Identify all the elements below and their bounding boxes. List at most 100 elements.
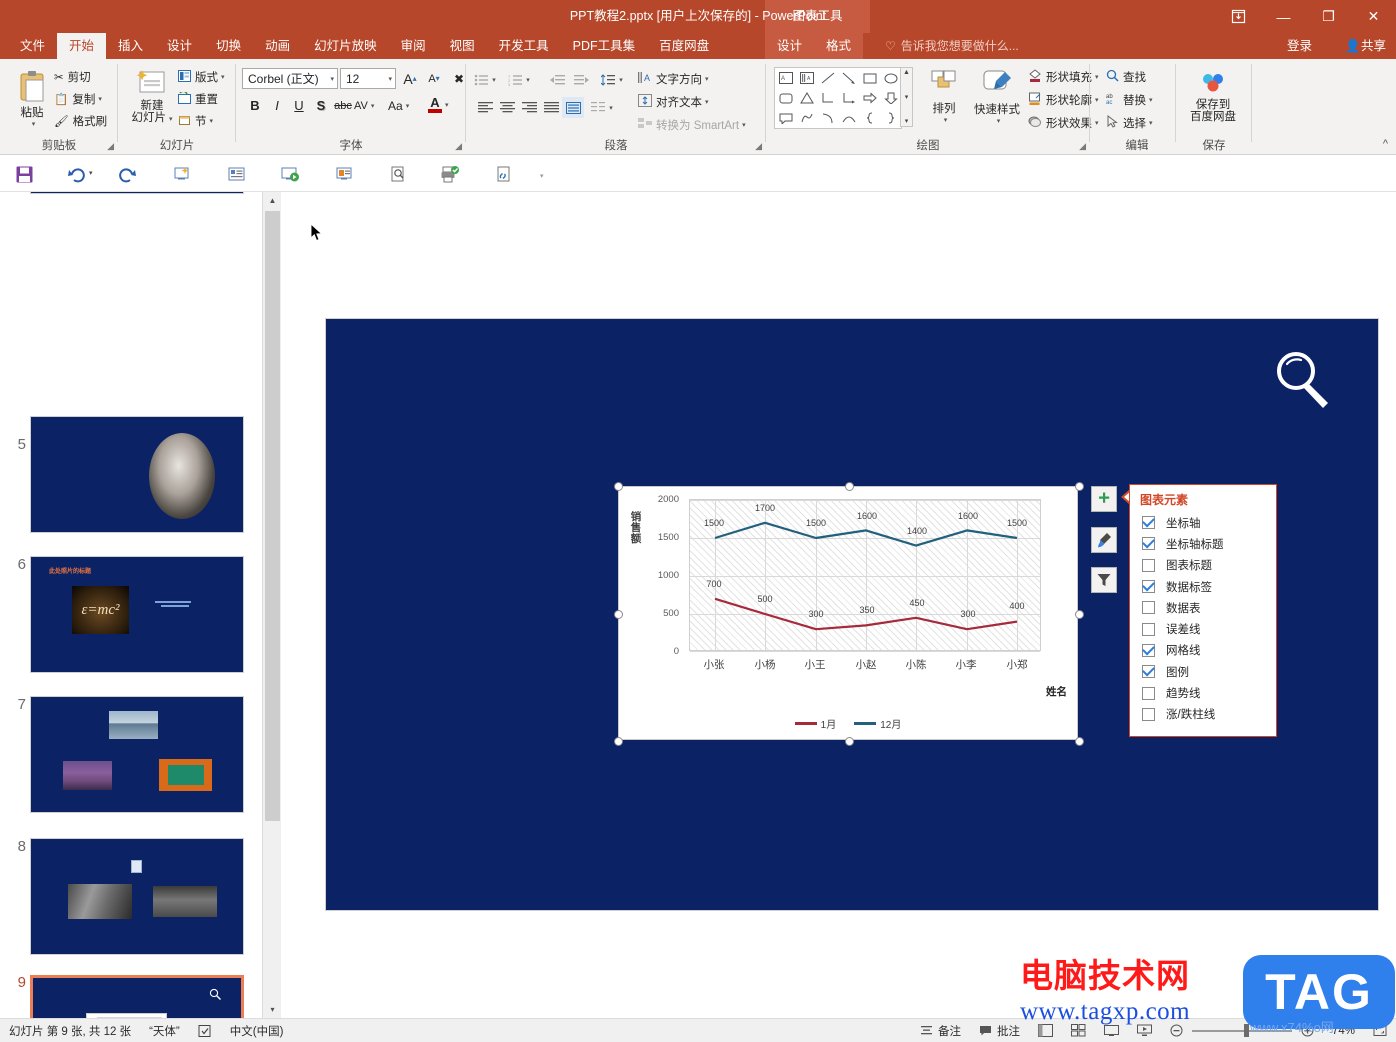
slide-thumbnail-8[interactable] (30, 838, 244, 955)
resize-handle-bottom-right[interactable] (1075, 737, 1084, 746)
slide-thumbnail-5[interactable] (30, 416, 244, 533)
tab-developer[interactable]: 开发工具 (487, 33, 561, 59)
chart-element-data-labels[interactable]: 数据标签 (1142, 576, 1268, 597)
thumbnail-pane-scrollbar[interactable]: ▲ ▾ (262, 192, 282, 1018)
slide-thumbnail-9[interactable] (30, 975, 244, 1018)
shape-textbox[interactable]: A (775, 68, 796, 88)
columns-button[interactable]: ▾ (591, 97, 613, 118)
sign-in-button[interactable]: 登录 (1287, 33, 1312, 59)
legend-item-dec[interactable]: 12月 (854, 716, 901, 731)
checkbox-trendline[interactable] (1142, 686, 1155, 700)
numbering-button[interactable]: 123 ▾ (508, 69, 530, 90)
chart-styles-button[interactable] (1091, 527, 1117, 553)
shape-down-arrow[interactable] (880, 88, 901, 108)
tab-pdf-tools[interactable]: PDF工具集 (561, 33, 648, 59)
tab-animations[interactable]: 动画 (253, 33, 302, 59)
replace-button[interactable]: ab ac 替换 ▾ (1106, 90, 1153, 110)
justify-button[interactable] (540, 97, 562, 118)
tab-transitions[interactable]: 切换 (204, 33, 253, 59)
start-from-beginning-button[interactable] (168, 161, 196, 187)
resize-handle-bottom-left[interactable] (614, 737, 623, 746)
presenter-view-button[interactable] (330, 161, 358, 187)
resize-handle-middle-left[interactable] (614, 609, 623, 619)
language-status[interactable]: 中文(中国) (221, 1019, 293, 1042)
shape-arrow[interactable] (838, 68, 859, 88)
chart-object[interactable]: 销售额 2000 1500 1000 500 0 1500 1700 1500 … (614, 482, 1084, 746)
zoom-slider-knob[interactable] (1243, 1024, 1249, 1037)
strikethrough-button[interactable]: abc (332, 95, 354, 116)
notes-button[interactable]: 备注 (911, 1019, 970, 1042)
change-case-button[interactable]: Aa ▾ (388, 95, 409, 116)
align-left-button[interactable] (474, 97, 496, 118)
shape-arc[interactable] (817, 108, 838, 128)
shape-callout[interactable] (775, 108, 796, 128)
character-spacing-button[interactable]: AV ▾ (354, 95, 374, 116)
scrollbar-thumb[interactable] (265, 211, 280, 821)
shape-line[interactable] (817, 68, 838, 88)
ribbon-display-options-button[interactable] (1216, 0, 1261, 33)
chart-element-error-bars[interactable]: 误差线 (1142, 618, 1268, 639)
shape-rectangle[interactable] (859, 68, 880, 88)
print-preview-button[interactable] (384, 161, 412, 187)
shape-right-brace[interactable] (880, 108, 901, 128)
tab-slideshow[interactable]: 幻灯片放映 (302, 33, 389, 59)
checkbox-legend[interactable] (1142, 665, 1155, 679)
tab-view[interactable]: 视图 (438, 33, 487, 59)
shape-effects-button[interactable]: 形状效果 ▾ (1028, 113, 1099, 133)
chart-legend[interactable]: 1月 12月 (619, 716, 1077, 731)
slide-thumbnail-partial[interactable] (30, 192, 244, 194)
shapes-scroll-up-icon[interactable]: ▲ (903, 69, 910, 76)
slide-thumbnail-6[interactable]: 此处照片的标题 ε=mc² (30, 556, 244, 673)
shape-scribble[interactable] (796, 108, 817, 128)
chart-element-legend[interactable]: 图例 (1142, 661, 1268, 682)
minimize-button[interactable]: — (1261, 0, 1306, 33)
close-button[interactable]: ✕ (1351, 0, 1396, 33)
chart-element-updown-bars[interactable]: 涨/跌柱线 (1142, 704, 1268, 725)
tab-design[interactable]: 设计 (155, 33, 204, 59)
distribute-text-button[interactable] (562, 97, 584, 118)
font-color-button[interactable]: A ▾ (428, 93, 449, 117)
tab-chart-design[interactable]: 设计 (765, 33, 814, 59)
format-painter-button[interactable]: 🖌 格式刷 (54, 111, 107, 131)
layout-button[interactable]: 版式 ▾ (178, 67, 225, 87)
resize-handle-top-right[interactable] (1075, 482, 1084, 491)
select-button[interactable]: 选择 ▾ (1106, 113, 1153, 133)
convert-to-smartart-button[interactable]: 转换为 SmartArt ▾ (638, 115, 746, 135)
shape-right-arrow[interactable] (859, 88, 880, 108)
collapse-ribbon-button[interactable]: ^ (1383, 138, 1388, 150)
quick-styles-button[interactable]: 快速样式 ▾ (969, 65, 1025, 137)
chart-element-chart-title[interactable]: 图表标题 (1142, 555, 1268, 576)
new-slide-button[interactable]: 新建 幻灯片 ▾ (126, 65, 178, 137)
tab-file[interactable]: 文件 (8, 33, 57, 59)
checkbox-updown-bars[interactable] (1142, 707, 1155, 721)
shapes-gallery[interactable]: A A (774, 67, 902, 129)
slide-thumbnail-pane[interactable]: 5 6 此处照片的标题 ε=mc² 7 8 9 (0, 192, 262, 1018)
tab-review[interactable]: 审阅 (389, 33, 438, 59)
cut-button[interactable]: ✂ 剪切 (54, 67, 91, 87)
font-size-combobox[interactable]: 12 ▾ (340, 68, 396, 89)
save-to-baidu-button[interactable]: 保存到 百度网盘 (1182, 65, 1244, 137)
hyperlink-button[interactable] (490, 161, 518, 187)
checkbox-chart-title[interactable] (1142, 558, 1155, 572)
magnifier-icon[interactable] (1272, 347, 1336, 414)
chart-elements-button[interactable] (1091, 486, 1117, 512)
shape-elbow-connector[interactable] (817, 88, 838, 108)
legend-item-jan[interactable]: 1月 (794, 716, 836, 731)
resize-handle-bottom-center[interactable] (844, 737, 854, 746)
drawing-dialog-launcher[interactable]: ◢ (1079, 141, 1086, 152)
chart-elements-panel[interactable]: 图表元素 坐标轴 坐标轴标题 图表标题 数据标签 数据表 误差线 网格线 图例 … (1129, 484, 1277, 737)
chart-element-axis-titles[interactable]: 坐标轴标题 (1142, 533, 1268, 554)
slide-count-status[interactable]: 幻灯片 第 9 张, 共 12 张 (0, 1019, 140, 1042)
align-text-button[interactable]: 对齐文本 ▾ (638, 92, 709, 112)
resize-handle-middle-right[interactable] (1075, 609, 1084, 619)
italic-button[interactable]: I (266, 95, 288, 116)
decrease-font-size-button[interactable]: A ▾ (423, 68, 445, 89)
shape-left-brace[interactable] (859, 108, 880, 128)
resize-handle-top-center[interactable] (844, 482, 854, 491)
increase-indent-button[interactable] (570, 69, 592, 90)
shape-rounded-rectangle[interactable] (775, 88, 796, 108)
text-direction-button[interactable]: A 文字方向 ▾ (638, 69, 709, 89)
chart-element-axes[interactable]: 坐标轴 (1142, 512, 1268, 533)
shape-outline-button[interactable]: 形状轮廓 ▾ (1028, 90, 1099, 110)
start-slideshow-button[interactable] (276, 161, 304, 187)
